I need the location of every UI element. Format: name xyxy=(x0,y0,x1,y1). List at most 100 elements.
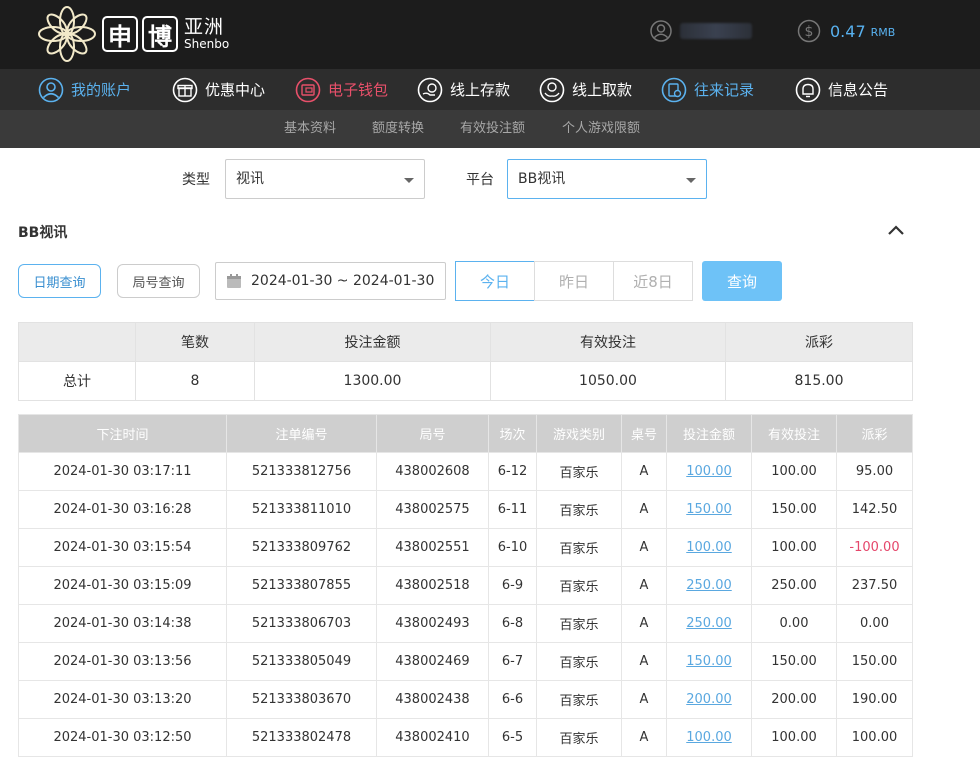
cell-bet-amount: 250.00 xyxy=(666,604,752,643)
brand-logo[interactable]: 申 博 亚洲 Shenbo xyxy=(36,4,229,64)
bell-icon xyxy=(795,77,821,102)
summary-valid: 1050.00 xyxy=(490,361,726,401)
summary-header: 笔数 xyxy=(135,322,255,362)
column-header: 场次 xyxy=(488,414,537,453)
last-8-days-button[interactable]: 近8日 xyxy=(613,261,693,301)
cell-valid-bet: 150.00 xyxy=(751,642,837,681)
column-header: 局号 xyxy=(376,414,489,453)
nav-transaction-records[interactable]: 往来记录 xyxy=(661,69,754,110)
bet-amount-link[interactable]: 150.00 xyxy=(686,502,732,517)
cell-bet-time: 2024-01-30 03:13:56 xyxy=(18,642,227,681)
balance-amount: 0.47 xyxy=(830,21,866,41)
cell-payout: 0.00 xyxy=(836,604,913,643)
cell-bet-amount: 150.00 xyxy=(666,642,752,681)
nav-label: 线上存款 xyxy=(450,81,511,99)
table-row: 2024-01-30 03:15:09 521333807855 438002518… xyxy=(18,566,913,605)
type-label: 类型 xyxy=(182,172,210,188)
chevron-up-icon[interactable] xyxy=(886,222,906,238)
platform-select[interactable]: BB视讯 xyxy=(507,159,707,199)
bet-amount-link[interactable]: 150.00 xyxy=(686,654,732,669)
cell-order-number: 521333806703 xyxy=(226,604,377,643)
nav-online-deposit[interactable]: 线上存款 xyxy=(417,69,510,110)
summary-count: 8 xyxy=(135,361,255,401)
nav-online-withdraw[interactable]: 线上取款 xyxy=(539,69,632,110)
sub-nav: 基本资料 额度转换 有效投注额 个人游戏限额 xyxy=(0,110,980,148)
yesterday-button[interactable]: 昨日 xyxy=(534,261,614,301)
table-row: 2024-01-30 03:14:38 521333806703 438002493… xyxy=(18,604,913,643)
bet-amount-link[interactable]: 100.00 xyxy=(686,464,732,479)
type-select[interactable]: 视讯 xyxy=(225,159,425,199)
subnav-basic-info[interactable]: 基本资料 xyxy=(284,110,336,148)
cell-order-number: 521333807855 xyxy=(226,566,377,605)
cell-session: 6-11 xyxy=(488,490,537,529)
platform-label: 平台 xyxy=(466,172,494,188)
cell-table-number: A xyxy=(621,528,667,567)
today-button[interactable]: 今日 xyxy=(455,261,535,301)
nav-announcements[interactable]: 信息公告 xyxy=(795,69,888,110)
cell-game-type: 百家乐 xyxy=(536,566,622,605)
nav-label: 我的账户 xyxy=(71,81,132,99)
cell-payout: 142.50 xyxy=(836,490,913,529)
cell-valid-bet: 200.00 xyxy=(751,680,837,719)
bet-amount-link[interactable]: 100.00 xyxy=(686,540,732,555)
cell-round-number: 438002551 xyxy=(376,528,489,567)
date-range-value: 2024-01-30 ~ 2024-01-30 xyxy=(251,273,435,289)
bet-amount-link[interactable]: 200.00 xyxy=(686,692,732,707)
top-header: 申 博 亚洲 Shenbo $ 0.47 RMB xyxy=(0,0,980,69)
cell-bet-amount: 100.00 xyxy=(666,528,752,567)
cell-game-type: 百家乐 xyxy=(536,680,622,719)
main-nav: 我的账户 优惠中心 电子钱包 线上存款 线上取款 往来记录 信息公告 xyxy=(0,69,980,110)
platform-select-value: BB视讯 xyxy=(518,171,566,187)
summary-payout: 815.00 xyxy=(725,361,913,401)
svg-text:$: $ xyxy=(805,24,814,40)
cell-round-number: 438002469 xyxy=(376,642,489,681)
cell-bet-time: 2024-01-30 03:16:28 xyxy=(18,490,227,529)
balance-display[interactable]: $ 0.47 RMB xyxy=(797,19,895,43)
nav-my-account[interactable]: 我的账户 xyxy=(38,69,131,110)
cell-session: 6-8 xyxy=(488,604,537,643)
cell-round-number: 438002575 xyxy=(376,490,489,529)
cell-session: 6-9 xyxy=(488,566,537,605)
cell-order-number: 521333802478 xyxy=(226,718,377,757)
cell-bet-time: 2024-01-30 03:14:38 xyxy=(18,604,227,643)
summary-table: 笔数 投注金额 有效投注 派彩 总计 8 1300.00 1050.00 815… xyxy=(18,322,913,401)
cell-valid-bet: 100.00 xyxy=(751,452,837,491)
cell-round-number: 438002410 xyxy=(376,718,489,757)
cell-session: 6-6 xyxy=(488,680,537,719)
subnav-game-limits[interactable]: 个人游戏限额 xyxy=(562,110,640,148)
user-info[interactable] xyxy=(650,20,752,42)
type-select-value: 视讯 xyxy=(236,171,264,187)
cell-bet-amount: 150.00 xyxy=(666,490,752,529)
nav-e-wallet[interactable]: 电子钱包 xyxy=(295,69,388,110)
cell-bet-time: 2024-01-30 03:12:50 xyxy=(18,718,227,757)
cell-round-number: 438002493 xyxy=(376,604,489,643)
subnav-valid-bets[interactable]: 有效投注额 xyxy=(460,110,525,148)
cell-game-type: 百家乐 xyxy=(536,452,622,491)
cell-session: 6-5 xyxy=(488,718,537,757)
cell-session: 6-7 xyxy=(488,642,537,681)
bet-amount-link[interactable]: 250.00 xyxy=(686,616,732,631)
nav-label: 电子钱包 xyxy=(328,81,389,99)
cell-bet-time: 2024-01-30 03:15:54 xyxy=(18,528,227,567)
cell-bet-time: 2024-01-30 03:17:11 xyxy=(18,452,227,491)
nav-promotions[interactable]: 优惠中心 xyxy=(172,69,265,110)
cell-round-number: 438002438 xyxy=(376,680,489,719)
cell-payout: 237.50 xyxy=(836,566,913,605)
date-query-button[interactable]: 日期查询 xyxy=(18,264,101,298)
cell-order-number: 521333812756 xyxy=(226,452,377,491)
cell-session: 6-12 xyxy=(488,452,537,491)
subnav-credit-transfer[interactable]: 额度转换 xyxy=(372,110,424,148)
logo-char-2: 博 xyxy=(142,16,178,52)
column-header: 游戏类别 xyxy=(536,414,622,453)
bet-amount-link[interactable]: 100.00 xyxy=(686,730,732,745)
date-range-input[interactable]: 2024-01-30 ~ 2024-01-30 xyxy=(215,262,446,300)
cell-table-number: A xyxy=(621,680,667,719)
query-submit-button[interactable]: 查询 xyxy=(702,261,782,301)
summary-row: 总计 8 1300.00 1050.00 815.00 xyxy=(18,361,913,401)
records-header-row: 下注时间 注单编号 局号 场次 游戏类别 桌号 投注金额 有效投注 派彩 xyxy=(18,414,913,453)
summary-label: 总计 xyxy=(18,361,136,401)
table-row: 2024-01-30 03:15:54 521333809762 438002551… xyxy=(18,528,913,567)
bet-amount-link[interactable]: 250.00 xyxy=(686,578,732,593)
round-query-button[interactable]: 局号查询 xyxy=(117,264,200,298)
cell-bet-amount: 200.00 xyxy=(666,680,752,719)
